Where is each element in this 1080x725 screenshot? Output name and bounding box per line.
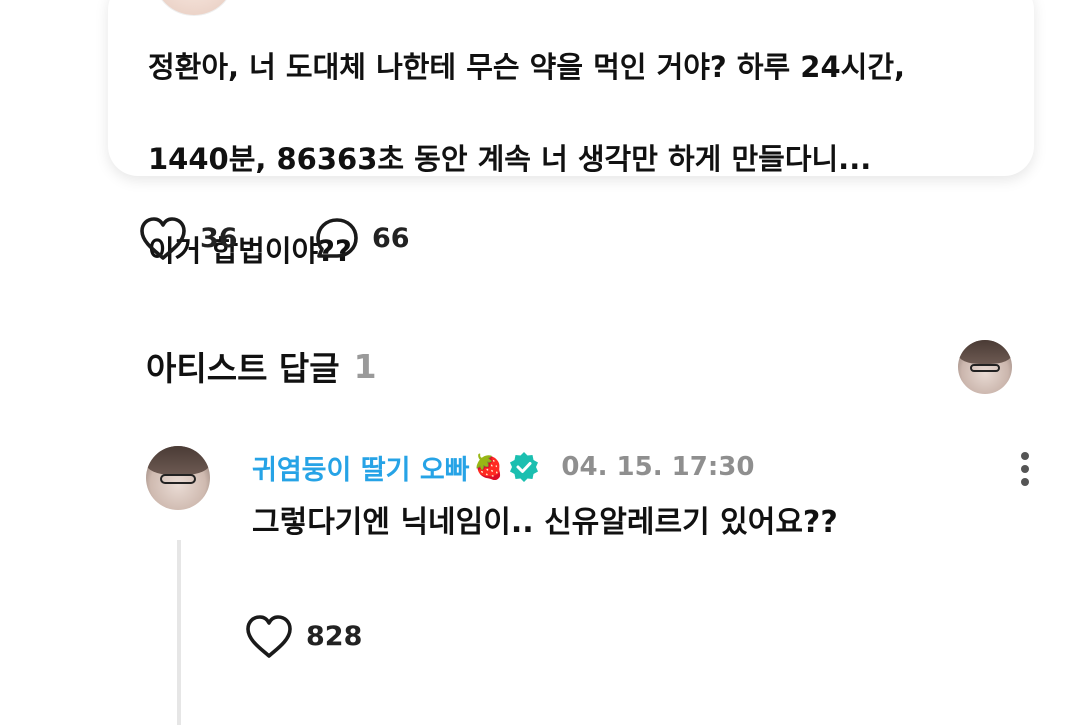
reply-timestamp: 04. 15. 17:30: [561, 452, 755, 482]
heart-outline-icon: [246, 615, 292, 658]
strawberry-emoji: 🍓: [473, 453, 504, 481]
reply-author-name[interactable]: 귀염둥이 딸기 오빠: [252, 448, 470, 487]
reply-body: 그렇다기엔 닉네임이.. 신유알레르기 있어요??: [252, 505, 838, 540]
like-count: 36: [200, 223, 238, 254]
comment-bubble-icon: [316, 218, 358, 258]
reply-like-count: 828: [306, 621, 363, 652]
section-title-label: 아티스트 답글: [146, 349, 340, 388]
reply-header: 귀염둥이 딸기 오빠 🍓 04. 15. 17:30: [252, 446, 754, 488]
reply-author-avatar[interactable]: [146, 446, 210, 510]
heart-outline-icon: [140, 217, 186, 260]
artist-reply-section-title: 아티스트 답글 1: [146, 340, 377, 392]
section-reply-count: 1: [353, 346, 377, 386]
comment-button[interactable]: 66: [314, 214, 410, 264]
more-vertical-icon: [1018, 452, 1032, 486]
post-text-line-2: 1440분, 86363초 동안 계속 너 생각만 하게 만들다니...: [148, 142, 872, 176]
thread-connector-line: [177, 540, 181, 725]
post-text-line-3: 이거 합법이야??: [148, 234, 352, 268]
like-button[interactable]: 36: [138, 214, 238, 264]
verified-badge-icon: [510, 452, 539, 482]
post-text: 정환아, 너 도대체 나한테 무슨 약을 먹인 거야? 하루 24시간, 144…: [148, 0, 1028, 320]
fan-post-thread: 정환아, 너 도대체 나한테 무슨 약을 먹인 거야? 하루 24시간, 144…: [0, 0, 1080, 725]
reply-like-button[interactable]: 828: [244, 612, 362, 662]
comment-count: 66: [372, 223, 410, 254]
post-text-line-1: 정환아, 너 도대체 나한테 무슨 약을 먹인 거야? 하루 24시간,: [148, 50, 906, 84]
post-card[interactable]: 정환아, 너 도대체 나한테 무슨 약을 먹인 거야? 하루 24시간, 144…: [108, 0, 1034, 268]
artist-avatar[interactable]: [958, 340, 1012, 394]
more-options-button[interactable]: [1018, 450, 1032, 490]
